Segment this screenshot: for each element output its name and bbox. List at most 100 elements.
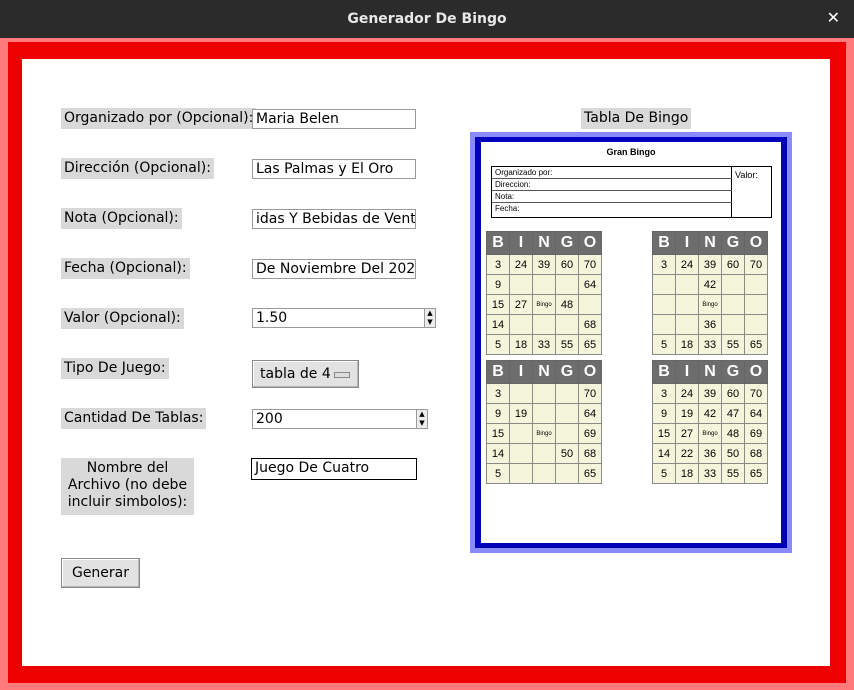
header-value-label: Valor: — [735, 170, 758, 180]
card-cell: 9 — [486, 274, 510, 295]
card-letter: O — [578, 231, 602, 255]
date-field[interactable]: De Noviembre Del 2024 — [252, 259, 416, 279]
card-cell — [675, 314, 699, 335]
address-label: Dirección (Opcional): — [61, 158, 214, 179]
note-label: Nota (Opcional): — [61, 208, 182, 229]
card-letter: I — [509, 231, 533, 255]
card-row: 5 18 33 55 65 — [486, 334, 602, 355]
card-row: Bingo — [652, 294, 768, 315]
card-cell: 68 — [744, 443, 768, 464]
price-label: Valor (Opcional): — [61, 308, 184, 329]
spin-up-icon[interactable]: ▲ — [425, 309, 435, 318]
game-type-label: Tipo De Juego: — [61, 358, 169, 379]
card-cell: 14 — [652, 443, 676, 464]
card-cell — [532, 463, 556, 484]
card-letter: B — [486, 360, 510, 384]
card-cell: 42 — [698, 403, 722, 424]
count-spinbox[interactable]: 200 ▲ ▼ — [252, 409, 428, 429]
card-letter: B — [486, 231, 510, 255]
header-fields: Organizado por: Direccion: Nota: Fecha: — [492, 167, 732, 217]
game-type-menu[interactable]: tabla de 4 — [252, 360, 359, 388]
price-spinbox[interactable]: 1.50 ▲ ▼ — [252, 308, 436, 328]
card-letter: G — [721, 360, 745, 384]
card-header-row: BINGO — [652, 360, 768, 384]
organizer-field[interactable]: Maria Belen — [252, 109, 416, 129]
card-cell: 24 — [509, 254, 533, 275]
card-cell: 33 — [532, 334, 556, 355]
sheet-header-box: Organizado por: Direccion: Nota: Fecha: … — [491, 166, 772, 218]
card-cell — [532, 314, 556, 335]
count-label: Cantidad De Tablas: — [61, 408, 207, 429]
card-cell: 3 — [652, 383, 676, 404]
card-cell: 70 — [744, 254, 768, 275]
card-row: 15 Bingo 69 — [486, 423, 602, 444]
card-row: 36 — [652, 314, 768, 335]
card-cell: 55 — [721, 463, 745, 484]
price-spin-buttons[interactable]: ▲ ▼ — [424, 309, 435, 327]
card-cell — [578, 294, 602, 315]
card-cell — [509, 463, 533, 484]
bingo-card: B I N G O 3 24 39 60 70 42 Bingo 36 5 18 33 55 65 — [652, 231, 768, 355]
card-cell: 64 — [744, 403, 768, 424]
card-cell: 9 — [486, 403, 510, 424]
card-cell: 3 — [486, 254, 510, 275]
card-cell — [721, 274, 745, 295]
card-letter: I — [509, 360, 533, 384]
spin-up-icon[interactable]: ▲ — [417, 410, 427, 419]
card-cell — [652, 294, 676, 315]
card-cell: 5 — [652, 463, 676, 484]
card-cell: 19 — [509, 403, 533, 424]
card-cell: 42 — [698, 274, 722, 295]
filename-field[interactable]: Juego De Cuatro — [251, 458, 417, 480]
card-cell — [555, 423, 579, 444]
address-field[interactable]: Las Palmas y El Oro — [252, 159, 416, 179]
card-header-row: BINGO — [652, 231, 768, 255]
card-row: 5 18 33 55 65 — [652, 463, 768, 484]
card-cell: 15 — [486, 423, 510, 444]
card-cell — [652, 314, 676, 335]
card-cell: 9 — [652, 403, 676, 424]
generate-button[interactable]: Generar — [61, 558, 140, 588]
card-cell: 60 — [721, 254, 745, 275]
card-letter: N — [532, 360, 556, 384]
card-cell: 48 — [721, 423, 745, 444]
card-cell — [721, 314, 745, 335]
card-cell: 24 — [675, 383, 699, 404]
spin-down-icon[interactable]: ▼ — [417, 419, 427, 428]
card-header-row: BINGO — [486, 231, 602, 255]
card-cell — [509, 443, 533, 464]
card-cell: 64 — [578, 274, 602, 295]
card-cell: 14 — [486, 314, 510, 335]
card-free-cell: Bingo — [532, 423, 556, 444]
title-bar: Generador De Bingo ✕ — [0, 0, 854, 38]
game-type-value: tabla de 4 — [260, 366, 331, 382]
card-cell — [555, 383, 579, 404]
note-field[interactable]: idas Y Bebidas de Venta — [252, 209, 416, 229]
card-row: 14 22 36 50 68 — [652, 443, 768, 464]
card-row: 5 18 33 55 65 — [652, 334, 768, 355]
card-cell: 65 — [578, 463, 602, 484]
card-cell: 39 — [532, 254, 556, 275]
count-spin-buttons[interactable]: ▲ ▼ — [416, 410, 427, 428]
bingo-card: B I N G O 3 24 39 60 70 9 64 15 27 Bingo 48 14 68 5 18 33 55 6… — [486, 231, 602, 355]
card-cell — [675, 274, 699, 295]
card-cell: 50 — [555, 443, 579, 464]
card-cell: 18 — [675, 334, 699, 355]
card-row: 3 24 39 60 70 — [652, 383, 768, 404]
organizer-label: Organizado por (Opcional): — [61, 108, 257, 129]
card-cell — [675, 294, 699, 315]
card-cell: 15 — [486, 294, 510, 315]
card-cell: 68 — [578, 314, 602, 335]
card-cell — [555, 274, 579, 295]
card-cell: 47 — [721, 403, 745, 424]
card-cell: 27 — [509, 294, 533, 315]
window-title: Generador De Bingo — [347, 11, 507, 27]
card-cell: 50 — [721, 443, 745, 464]
card-cell: 68 — [578, 443, 602, 464]
spin-down-icon[interactable]: ▼ — [425, 318, 435, 327]
option-menu-indicator-icon — [334, 372, 350, 378]
card-cell: 18 — [675, 463, 699, 484]
card-cell: 3 — [486, 383, 510, 404]
card-cell: 3 — [652, 254, 676, 275]
close-icon[interactable]: ✕ — [827, 9, 840, 27]
